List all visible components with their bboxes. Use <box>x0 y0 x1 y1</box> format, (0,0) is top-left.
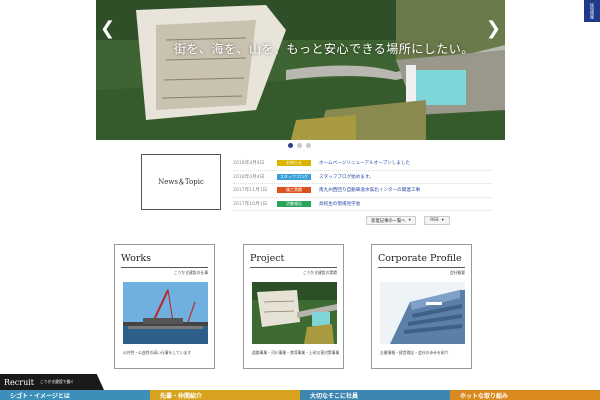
slider-dot[interactable] <box>297 143 302 148</box>
news-title-link[interactable]: 高校生の現場見学会 <box>319 201 360 207</box>
recruit-banner[interactable]: Recruit こうかき建設で働く <box>0 374 104 390</box>
hero-next-arrow[interactable]: ❯ <box>486 20 501 38</box>
card-title: Corporate Profile <box>378 253 462 264</box>
news-item[interactable]: 2018年4月4日 スタッフブログ スタッフブログ始めます。 <box>233 171 493 184</box>
recruit-strip-label: ホットな取り組み <box>460 393 509 400</box>
card-title: Project <box>250 253 285 264</box>
card-description: 公共性・公益性の高い仕事をしています <box>123 350 192 355</box>
news-date: 2018年4月4日 <box>233 161 265 167</box>
news-heading: News＆Topic <box>158 178 204 186</box>
slider-dot[interactable] <box>288 143 293 148</box>
news-item[interactable]: 2017年11月1日 施工実績 南九州西回り自動車道水俣北インターの関連工事 <box>233 184 493 198</box>
side-recruit-tab[interactable]: 採用情報 <box>584 0 600 22</box>
card-divider <box>121 267 208 268</box>
news-title-link[interactable]: 南九州西回り自動車道水俣北インターの関連工事 <box>319 187 420 193</box>
card-subtitle: こうかき建設の実績 <box>302 270 337 275</box>
recruit-strip-label: 大切なそこに社員 <box>310 393 359 400</box>
news-list-button[interactable]: 新着記事の一覧へ ▾ <box>366 216 416 225</box>
card-description: 道路事業・河川事業・港湾事業・上砂災害対策事業 <box>252 350 340 355</box>
card-title: Works <box>121 253 152 264</box>
card-description: 企業情報・経営理念・会社の歩みを紹介 <box>380 350 449 355</box>
project-card[interactable]: Project こうかき建設の実績 道路事業・河川事業・港湾事業・上砂災害対策事… <box>243 244 344 369</box>
corporate-profile-card[interactable]: Corporate Profile 会社概要 企業情報・経営理念・会社の歩みを紹… <box>371 244 472 369</box>
hero-slider: ❮ ❯ 街を、海を、山を、もっと安心できる場所にしたい。 <box>96 0 505 140</box>
rss-button-label: RSS <box>430 218 439 223</box>
card-subtitle: こうかき建設の仕事 <box>173 270 208 275</box>
news-item[interactable]: 2018年4月4日 お知らせ ホームページリニューアルオープンしました <box>233 157 493 171</box>
recruit-strip-item[interactable]: シゴト・イメージとは <box>0 390 150 400</box>
recruit-strip-item[interactable]: ホットな取り組み <box>450 390 600 400</box>
hero-prev-arrow[interactable]: ❮ <box>100 20 115 38</box>
recruit-strip-label: 先輩・仲間紹介 <box>160 393 203 400</box>
news-date: 2017年11月1日 <box>233 188 268 194</box>
news-buttons: 新着記事の一覧へ ▾ RSS ▾ <box>366 216 450 225</box>
project-image <box>252 282 337 344</box>
card-divider <box>378 267 465 268</box>
side-tab-label: 採用情報 <box>590 3 595 19</box>
hero-image <box>96 0 505 140</box>
news-item[interactable]: 2017年10月1日 活動報告 高校生の現場見学会 <box>233 198 493 211</box>
news-category-badge: 施工実績 <box>277 187 311 194</box>
recruit-subtitle: こうかき建設で働く <box>40 379 75 384</box>
corporate-building-image <box>380 282 465 344</box>
card-subtitle: 会社概要 <box>449 270 465 275</box>
card-divider <box>250 267 337 268</box>
recruit-strip-item[interactable]: 大切なそこに社員 <box>300 390 450 400</box>
rss-button[interactable]: RSS ▾ <box>424 216 450 225</box>
chevron-down-icon: ▾ <box>441 218 444 223</box>
works-image <box>123 282 208 344</box>
news-category-badge: スタッフブログ <box>277 173 311 180</box>
recruit-title: Recruit <box>4 377 34 387</box>
recruit-strip: シゴト・イメージとは 先輩・仲間紹介 大切なそこに社員 ホットな取り組み <box>0 390 600 400</box>
hero-tagline: 街を、海を、山を、もっと安心できる場所にしたい。 <box>174 42 474 56</box>
slider-dots <box>288 143 311 148</box>
works-card[interactable]: Works こうかき建設の仕事 公共性・公益性の高い仕事をしています <box>114 244 215 369</box>
slider-dot[interactable] <box>306 143 311 148</box>
recruit-strip-label: シゴト・イメージとは <box>10 393 70 400</box>
news-title-link[interactable]: ホームページリニューアルオープンしました <box>319 160 410 166</box>
news-category-badge: お知らせ <box>277 160 311 167</box>
chevron-down-icon: ▾ <box>408 218 411 223</box>
news-title-link[interactable]: スタッフブログ始めます。 <box>319 174 374 180</box>
news-category-badge: 活動報告 <box>277 200 311 207</box>
news-list: 2018年4月4日 お知らせ ホームページリニューアルオープンしました 2018… <box>233 157 493 211</box>
news-date: 2017年10月1日 <box>233 201 268 207</box>
news-heading-box: News＆Topic <box>141 154 221 210</box>
news-date: 2018年4月4日 <box>233 174 265 180</box>
recruit-strip-item[interactable]: 先輩・仲間紹介 <box>150 390 300 400</box>
news-list-button-label: 新着記事の一覧へ <box>371 218 406 224</box>
